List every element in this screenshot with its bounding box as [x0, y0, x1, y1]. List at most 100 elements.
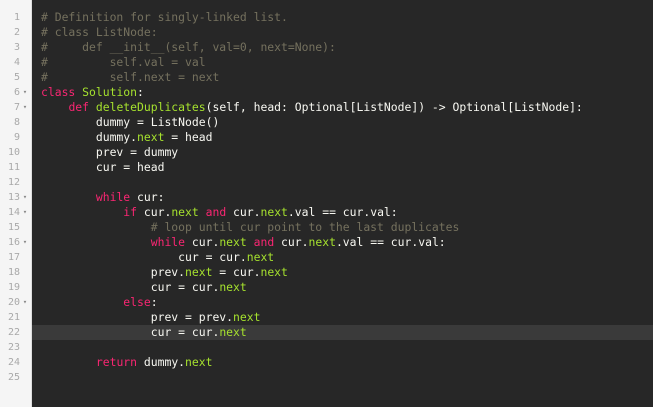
- code-line[interactable]: 17 cur = cur.next: [0, 250, 653, 265]
- code-line[interactable]: 23: [0, 340, 653, 355]
- code-token-plain: (self, head: Optional[ListNode]) -> Opti…: [205, 100, 583, 114]
- code-line[interactable]: 10 prev = dummy: [0, 145, 653, 160]
- fold-arrow-icon[interactable]: ▾: [20, 190, 30, 205]
- line-number: 23: [7, 342, 20, 353]
- fold-arrow-icon[interactable]: ▾: [20, 235, 30, 250]
- code-text: cur = head: [41, 160, 165, 175]
- code-line[interactable]: 18 prev.next = cur.next: [0, 265, 653, 280]
- line-number: 19: [7, 282, 20, 293]
- line-number: 14: [7, 207, 20, 218]
- code-text: cur = cur.next: [41, 280, 247, 295]
- code-token-prop: next: [308, 235, 336, 249]
- code-token-plain: :: [150, 295, 158, 309]
- code-text: prev = dummy: [41, 145, 178, 160]
- code-token-keyword: else: [123, 295, 151, 309]
- code-token-plain: prev = dummy: [41, 145, 179, 159]
- line-number: 4: [13, 57, 20, 68]
- code-token-prop: next: [233, 310, 261, 324]
- code-token-prop: next: [219, 280, 247, 294]
- code-text: # Definition for singly-linked list.: [41, 10, 288, 25]
- code-line[interactable]: 13 ▾ while cur:: [0, 190, 653, 205]
- code-token-plain: cur:: [130, 190, 165, 204]
- code-token-plain: = cur.: [212, 265, 261, 279]
- code-token-plain: :: [137, 85, 144, 99]
- code-token-prop: next: [137, 130, 165, 144]
- code-token-keyword: if: [123, 205, 138, 219]
- code-line[interactable]: 24 return dummy.next: [0, 355, 653, 370]
- code-token-comment: # self.val = val: [41, 55, 206, 69]
- code-token-comment: # Definition for singly-linked list.: [41, 10, 288, 24]
- code-line[interactable]: 11 cur = head: [0, 160, 653, 175]
- code-line[interactable]: 9 dummy.next = head: [0, 130, 653, 145]
- fold-arrow-icon[interactable]: ▾: [20, 100, 30, 115]
- code-line[interactable]: 1 # Definition for singly-linked list.: [0, 10, 653, 25]
- code-text: dummy.next = head: [41, 130, 213, 145]
- code-line[interactable]: 7 ▾ def deleteDuplicates(self, head: Opti…: [0, 100, 653, 115]
- line-number: 16: [7, 237, 20, 248]
- code-line[interactable]: 25: [0, 370, 653, 385]
- code-text: prev.next = cur.next: [41, 265, 288, 280]
- line-number: 21: [7, 312, 20, 323]
- code-line[interactable]: 4 # self.val = val: [0, 55, 653, 70]
- code-text: # self.next = next: [41, 70, 219, 85]
- code-token-plain: cur = head: [41, 160, 165, 174]
- code-token-name: Solution: [82, 85, 138, 99]
- fold-arrow-icon[interactable]: ▾: [20, 295, 30, 310]
- code-line[interactable]: 6 ▾ class Solution:: [0, 85, 653, 100]
- code-text: dummy = ListNode(): [41, 115, 219, 130]
- code-line[interactable]: 3 # def __init__(self, val=0, next=None):: [0, 40, 653, 55]
- code-text: cur = cur.next: [41, 325, 247, 340]
- code-text: cur = cur.next: [41, 250, 274, 265]
- code-token-plain: cur = cur.: [41, 250, 247, 264]
- code-line[interactable]: 2 # class ListNode:: [0, 25, 653, 40]
- line-number: 25: [7, 372, 20, 383]
- line-number: 24: [7, 357, 20, 368]
- line-number: 1: [13, 12, 20, 23]
- code-text: # def __init__(self, val=0, next=None):: [41, 40, 336, 55]
- line-number: 12: [7, 177, 20, 188]
- code-token-comment: # def __init__(self, val=0, next=None):: [41, 40, 336, 54]
- code-text: prev = prev.next: [41, 310, 261, 325]
- code-text: else:: [41, 295, 158, 310]
- fold-arrow-icon[interactable]: ▾: [20, 85, 30, 100]
- code-token-prop: next: [185, 265, 213, 279]
- fold-arrow-icon[interactable]: ▾: [20, 205, 30, 220]
- code-token-plain: cur.: [137, 205, 172, 219]
- line-number: 17: [7, 252, 20, 263]
- code-token-plain: cur.: [226, 205, 261, 219]
- code-line[interactable]: 21 prev = prev.next: [0, 310, 653, 325]
- line-number: 11: [7, 162, 20, 173]
- code-line[interactable]: 19 cur = cur.next: [0, 280, 653, 295]
- code-line[interactable]: 14 ▾ if cur.next and cur.next.val == cur.…: [0, 205, 653, 220]
- code-token-keyword: and: [205, 205, 227, 219]
- line-number: 2: [13, 27, 20, 38]
- code-token-plain: = head: [164, 130, 213, 144]
- line-number: 5: [13, 72, 20, 83]
- code-line[interactable]: 8 dummy = ListNode(): [0, 115, 653, 130]
- code-token-prop: next: [171, 205, 199, 219]
- code-text: while cur:: [41, 190, 165, 205]
- code-line[interactable]: 15 # loop until cur point to the last du…: [0, 220, 653, 235]
- code-line-active[interactable]: 22 cur = cur.next: [0, 325, 653, 340]
- code-line[interactable]: 5 # self.next = next: [0, 70, 653, 85]
- code-line[interactable]: 12: [0, 175, 653, 190]
- code-line[interactable]: 16 ▾ while cur.next and cur.next.val == c…: [0, 235, 653, 250]
- code-line[interactable]: 20 ▾ else:: [0, 295, 653, 310]
- code-editor[interactable]: 1 # Definition for singly-linked list. 2 # …: [0, 0, 653, 407]
- code-text: # loop until cur point to the last dupli…: [41, 220, 460, 235]
- code-token-plain: cur = cur.: [41, 325, 220, 339]
- line-number: 20: [7, 297, 20, 308]
- code-token-prop: next: [219, 325, 247, 339]
- line-number: 10: [7, 147, 20, 158]
- line-number: 15: [7, 222, 20, 233]
- code-token-keyword: class: [41, 85, 83, 99]
- code-token-prop: next: [219, 235, 247, 249]
- code-token-prop: next: [260, 265, 288, 279]
- line-number: 22: [7, 327, 20, 338]
- line-number: 18: [7, 267, 20, 278]
